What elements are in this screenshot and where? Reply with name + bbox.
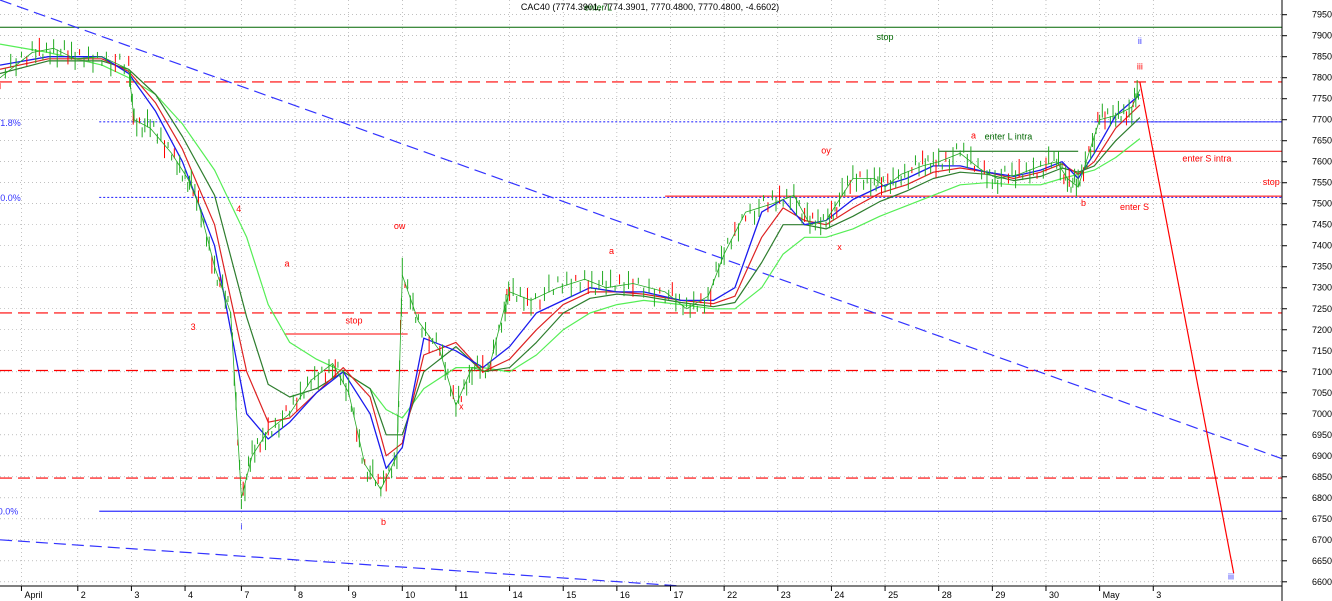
y-tick-label: 7750	[1312, 94, 1332, 104]
annotation-label: stop	[346, 315, 363, 325]
x-tick-label: 10	[405, 590, 415, 600]
y-tick-label: 7550	[1312, 178, 1332, 188]
x-tick-label: 29	[995, 590, 1005, 600]
x-tick-label: 8	[298, 590, 303, 600]
x-tick-label: 7	[244, 590, 249, 600]
y-tick-label: 6650	[1312, 556, 1332, 566]
annotation-label: iii	[1228, 572, 1234, 582]
x-tick-label: 9	[352, 590, 357, 600]
annotation-label: b	[1081, 198, 1086, 208]
annotation-label: 3	[191, 322, 196, 332]
y-tick-label: 7850	[1312, 52, 1332, 62]
x-tick-label: 23	[781, 590, 791, 600]
x-tick-label: 24	[834, 590, 844, 600]
y-tick-label: 6750	[1312, 514, 1332, 524]
y-tick-label: 7100	[1312, 367, 1332, 377]
annotation-label: enter S	[1120, 202, 1149, 212]
y-tick-label: 7500	[1312, 199, 1332, 209]
y-tick-label: 7600	[1312, 157, 1332, 167]
y-tick-label: 7200	[1312, 325, 1332, 335]
annotation-label: ow	[394, 221, 406, 231]
annotation-label: x	[459, 402, 464, 412]
annotation-label: enter L intra	[985, 131, 1033, 141]
y-tick-label: 7950	[1312, 10, 1332, 20]
y-tick-label: 7450	[1312, 220, 1332, 230]
annotation-label: 0.0%	[0, 507, 18, 517]
y-tick-label: 6600	[1312, 577, 1332, 587]
x-tick-label: 3	[1156, 590, 1161, 600]
x-tick-label: 25	[888, 590, 898, 600]
x-tick-label: May	[1103, 590, 1121, 600]
x-tick-label: 30	[1049, 590, 1059, 600]
annotation-label: stop	[1263, 177, 1280, 187]
annotation-label: 50.0%	[0, 193, 21, 203]
y-tick-label: 7900	[1312, 31, 1332, 41]
y-tick-label: 7800	[1312, 73, 1332, 83]
y-tick-label: 7000	[1312, 409, 1332, 419]
y-tick-label: 6950	[1312, 430, 1332, 440]
x-tick-label: April	[24, 590, 42, 600]
annotation-label: a	[284, 259, 289, 269]
x-tick-label: 14	[513, 590, 523, 600]
annotation-label: a	[609, 246, 614, 256]
x-tick-label: 28	[942, 590, 952, 600]
x-tick-label: 17	[674, 590, 684, 600]
annotation-label: ii	[1138, 36, 1142, 46]
x-tick-label: 3	[134, 590, 139, 600]
annotation-label: x	[837, 242, 842, 252]
y-tick-label: 6700	[1312, 535, 1332, 545]
cac40-chart: enter Lstopenter L intraenter S intrasto…	[0, 0, 1332, 601]
y-tick-label: 6900	[1312, 451, 1332, 461]
annotation-label: stop	[877, 32, 894, 42]
chart-title: CAC40 (7774.3901, 7774.3901, 7770.4800, …	[521, 2, 779, 12]
x-tick-label: 16	[620, 590, 630, 600]
y-tick-label: 7250	[1312, 304, 1332, 314]
y-tick-label: 7400	[1312, 241, 1332, 251]
annotation-label: i	[240, 521, 242, 531]
y-tick-label: 6850	[1312, 472, 1332, 482]
annotation-label: iii	[1137, 61, 1143, 71]
y-tick-label: 7300	[1312, 283, 1332, 293]
x-tick-label: 11	[459, 590, 468, 600]
annotation-label: 61.8%	[0, 118, 21, 128]
y-tick-label: 7650	[1312, 136, 1332, 146]
y-tick-label: 7350	[1312, 262, 1332, 272]
y-tick-label: 7050	[1312, 388, 1332, 398]
x-tick-label: 22	[727, 590, 737, 600]
x-tick-label: 15	[566, 590, 576, 600]
annotation-label: 4	[236, 204, 241, 214]
x-tick-label: 2	[81, 590, 86, 600]
annotation-label: enter S intra	[1182, 154, 1231, 164]
x-tick-label: 4	[188, 590, 193, 600]
annotation-label: a	[971, 131, 976, 141]
y-tick-label: 7150	[1312, 346, 1332, 356]
y-tick-label: 7700	[1312, 115, 1332, 125]
annotation-label: oy	[821, 145, 831, 155]
annotation-label: b	[381, 517, 386, 527]
y-tick-label: 6800	[1312, 493, 1332, 503]
